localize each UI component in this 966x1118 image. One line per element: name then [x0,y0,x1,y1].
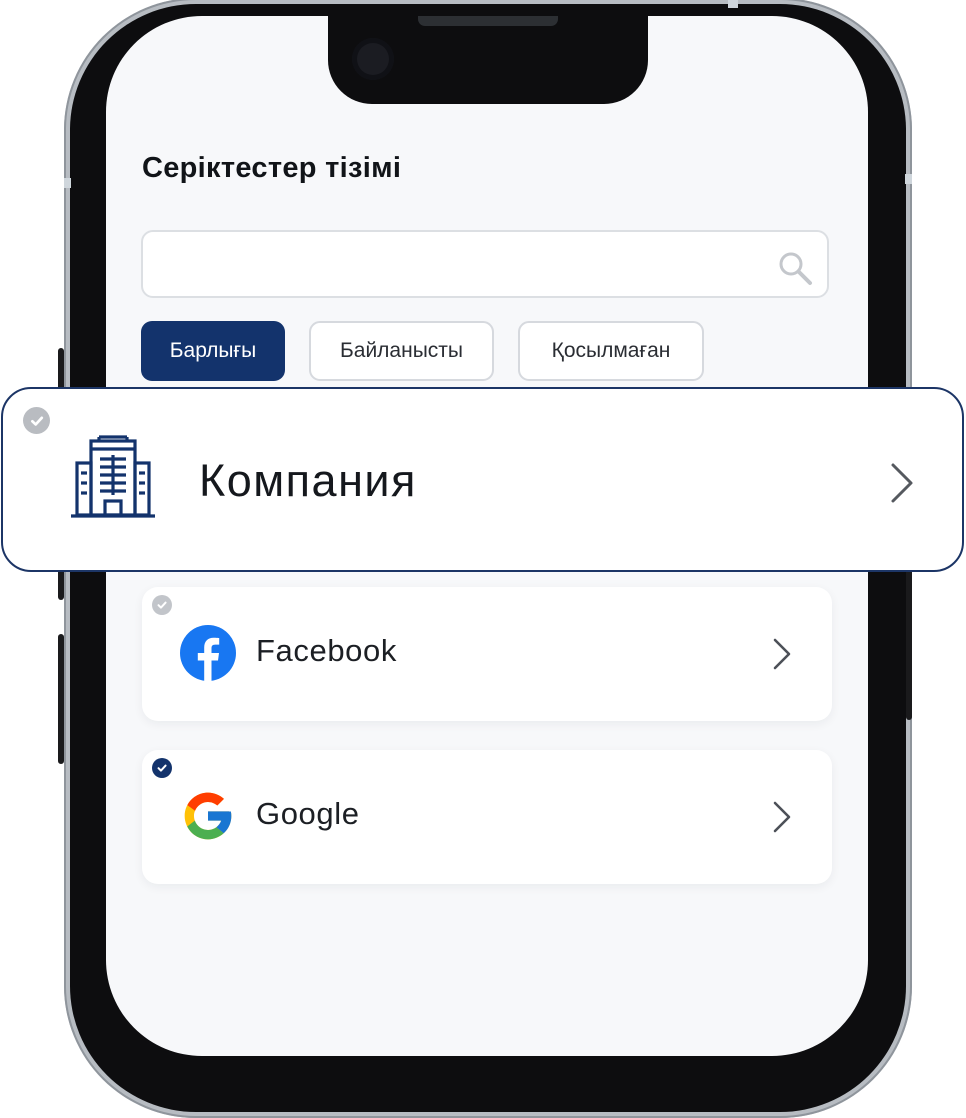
side-button-volume-down [58,634,64,764]
antenna-band-right [905,174,912,184]
filter-tab-label: Қосылмаған [551,339,671,362]
antenna-band-top [728,0,738,8]
page-title: Серіктестер тізімі [142,152,402,184]
chevron-right-icon [772,637,792,671]
filter-tab-label: Барлығы [169,339,257,362]
chevron-right-icon [889,461,915,505]
partner-card-facebook[interactable]: Facebook [142,587,832,721]
unchecked-badge-icon [152,595,172,615]
filter-tab-connected[interactable]: Байланысты [309,321,494,381]
notch [328,16,648,104]
filter-tab-not-connected[interactable]: Қосылмаған [518,321,704,381]
speaker-grille [418,16,558,26]
front-camera-icon [352,38,394,80]
search-bar[interactable] [141,230,829,298]
building-icon [69,435,157,523]
partner-name: Facebook [256,633,397,668]
filter-tab-label: Байланысты [339,339,464,362]
partner-card-google[interactable]: Google [142,750,832,884]
search-icon[interactable] [777,250,813,286]
facebook-icon [180,625,236,681]
company-card-highlighted[interactable]: Компания [1,387,964,572]
partner-name: Google [256,796,360,831]
search-input[interactable] [157,242,771,288]
chevron-right-icon [772,800,792,834]
company-label: Компания [199,455,417,506]
filter-tab-all[interactable]: Барлығы [141,321,285,381]
checked-badge-icon [152,758,172,778]
antenna-band-left [64,178,71,188]
google-icon [180,788,236,844]
unchecked-badge-icon [23,407,50,434]
